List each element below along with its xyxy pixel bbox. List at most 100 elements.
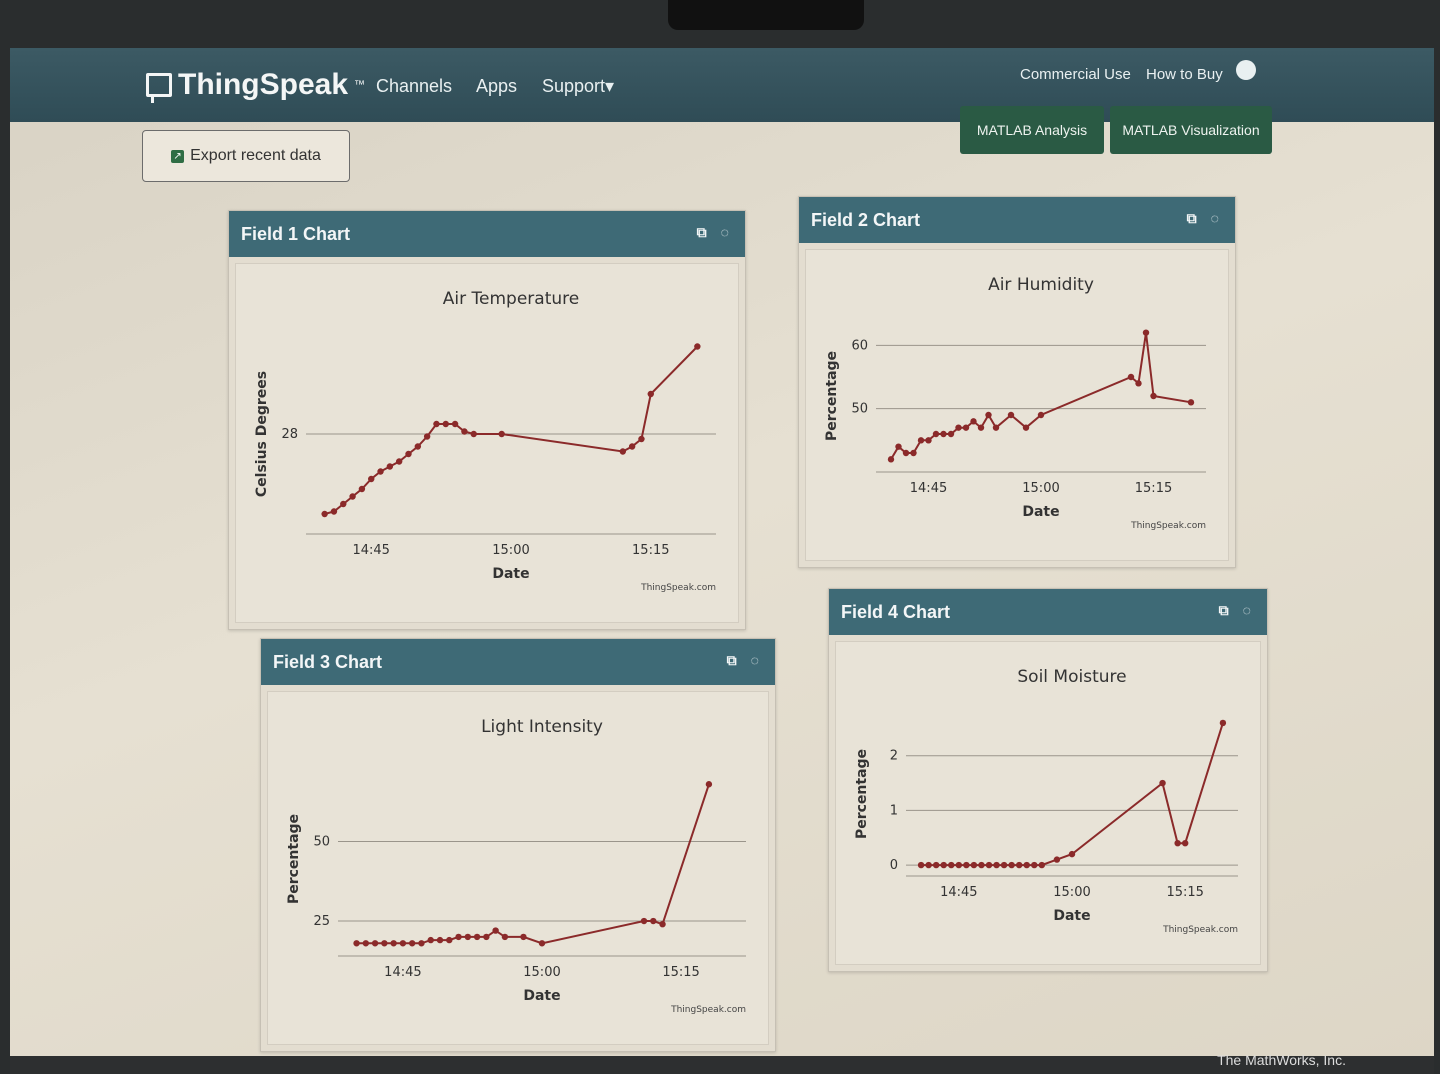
external-link-icon[interactable]: ⧉ [727, 652, 737, 669]
y-tick-label: 1 [890, 803, 898, 818]
user-icon[interactable] [1236, 60, 1256, 80]
comment-icon[interactable]: ◌ [1211, 210, 1219, 227]
data-point [932, 430, 940, 438]
data-point [887, 456, 895, 463]
data-point [1037, 411, 1045, 419]
comment-icon[interactable]: ◌ [1243, 602, 1251, 619]
data-point [1015, 861, 1023, 869]
nav-commercial-use[interactable]: Commercial Use [1020, 66, 1131, 83]
x-tick-label: 14:45 [910, 481, 947, 496]
chart-card-field-1: Field 1 Chart ⧉ ◌ Air Temperature 28 14:45… [228, 210, 746, 630]
data-point [362, 940, 370, 947]
y-axis-title: Percentage [854, 749, 870, 839]
external-link-icon[interactable]: ⧉ [1187, 210, 1197, 227]
data-point [446, 936, 453, 944]
nav-channels[interactable]: Channels [376, 76, 452, 97]
chart-area: Soil Moisture 0 1 2 14:45 15:00 15:15 Date Perce… [835, 641, 1261, 965]
chart-svg: Soil Moisture 0 1 2 14:45 15:00 15:15 Date Perce… [854, 667, 1238, 935]
x-tick-label: 15:15 [662, 965, 699, 980]
x-tick-label: 15:15 [1135, 481, 1172, 496]
data-point [414, 443, 422, 450]
trademark: ™ [354, 79, 366, 91]
comment-icon[interactable]: ◌ [751, 652, 759, 669]
data-point [473, 933, 481, 941]
nav-how-to-buy[interactable]: How to Buy [1146, 66, 1223, 83]
x-tick-label: 15:15 [1166, 885, 1203, 900]
data-point [902, 449, 910, 457]
export-recent-data-button[interactable]: ↗ Export recent data [142, 130, 350, 182]
matlab-visualization-button[interactable]: MATLAB Visualization [1110, 106, 1272, 154]
data-point [970, 861, 978, 869]
matlab-analysis-button[interactable]: MATLAB Analysis [960, 106, 1104, 154]
data-point [917, 437, 925, 444]
y-axis-title: Percentage [286, 814, 302, 904]
card-title: Field 1 Chart [241, 223, 351, 244]
x-tick-label: 15:00 [523, 965, 560, 980]
data-point [962, 424, 970, 431]
x-tick-label: 15:00 [492, 543, 529, 558]
data-point [349, 493, 356, 500]
card-header: Field 2 Chart ⧉ ◌ [799, 197, 1235, 243]
brand-logo[interactable]: ThingSpeak ™ [146, 68, 366, 103]
chart-svg: Light Intensity 25 50 14:45 15:00 15:15 Date Pe… [286, 717, 746, 1015]
data-point [399, 940, 407, 947]
data-point [464, 933, 472, 941]
series-line [324, 345, 699, 515]
data-point [498, 430, 505, 438]
data-point [368, 475, 375, 483]
data-point [895, 443, 902, 450]
footer-copyright: The MathWorks, Inc. [1217, 1052, 1346, 1068]
nav-apps[interactable]: Apps [476, 76, 517, 97]
data-point [492, 927, 499, 934]
data-point [483, 933, 490, 941]
webcam-notch [668, 0, 864, 30]
x-axis-title: Date [1053, 908, 1090, 924]
export-icon: ↗ [171, 149, 185, 163]
data-point [1023, 861, 1030, 869]
data-point [1159, 779, 1166, 787]
data-point [628, 443, 636, 450]
data-point [970, 418, 977, 425]
chart-card-field-3: Field 3 Chart ⧉ ◌ Light Intensity 25 50 14:… [260, 638, 776, 1052]
credit-label: ThingSpeak.com [670, 1005, 746, 1015]
comment-icon[interactable]: ◌ [721, 224, 729, 241]
data-point [455, 933, 462, 941]
nav-support[interactable]: Support▾ [542, 76, 614, 97]
data-point [1038, 861, 1046, 869]
data-point [358, 485, 366, 493]
data-point [436, 936, 444, 944]
x-tick-label: 14:45 [384, 965, 421, 980]
chat-icon [146, 73, 172, 103]
credit-label: ThingSpeak.com [640, 583, 716, 593]
y-axis-title: Percentage [824, 351, 840, 441]
card-title: Field 3 Chart [273, 651, 383, 672]
data-point [1127, 373, 1135, 381]
chart-svg: Air Humidity 50 60 14:45 15:00 15:15 Date Perce… [824, 275, 1206, 531]
data-point [1000, 861, 1008, 869]
data-point [1008, 861, 1015, 869]
external-link-icon[interactable]: ⧉ [1219, 602, 1229, 619]
y-tick-label: 50 [851, 402, 868, 417]
data-point [993, 861, 1000, 869]
data-point [423, 433, 431, 440]
chart-area: Air Temperature 28 14:45 15:00 15:15 Date Cels… [235, 263, 739, 623]
data-point [386, 463, 394, 470]
data-point [1142, 329, 1150, 336]
data-point [650, 917, 657, 925]
chart-title: Air Temperature [443, 289, 579, 309]
data-point [985, 411, 992, 419]
data-point [978, 861, 985, 869]
brand-name: ThingSpeak [178, 68, 349, 101]
data-point [433, 420, 440, 428]
y-tick-label: 25 [313, 914, 330, 929]
data-point [451, 420, 459, 428]
data-point [501, 933, 509, 941]
external-link-icon[interactable]: ⧉ [697, 224, 707, 241]
data-point [461, 428, 468, 435]
y-tick-label: 60 [851, 338, 868, 353]
chart-area: Air Humidity 50 60 14:45 15:00 15:15 Date Perce… [805, 249, 1229, 561]
card-header: Field 3 Chart ⧉ ◌ [261, 639, 775, 685]
card-header: Field 4 Chart ⧉ ◌ [829, 589, 1267, 635]
credit-label: ThingSpeak.com [1130, 521, 1206, 531]
data-point [940, 430, 947, 438]
